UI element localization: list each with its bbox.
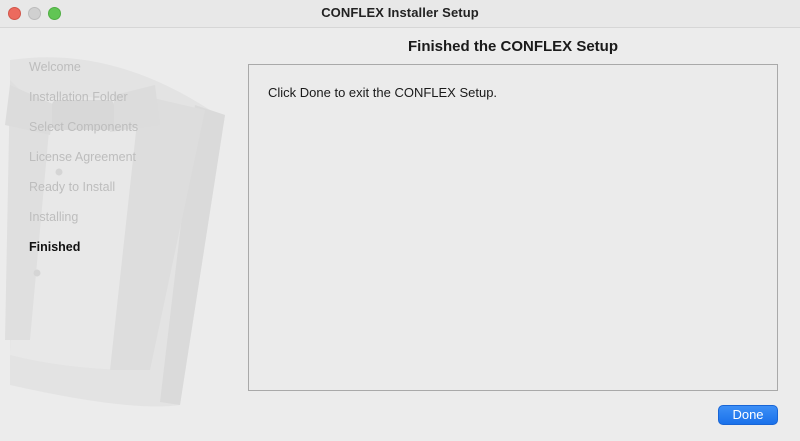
step-installing: Installing [29, 210, 79, 224]
title-bar[interactable]: CONFLEX Installer Setup [0, 0, 800, 28]
step-installation-folder: Installation Folder [29, 90, 128, 104]
window-title: CONFLEX Installer Setup [321, 5, 479, 20]
done-button[interactable]: Done [718, 405, 778, 425]
step-ready-to-install: Ready to Install [29, 180, 116, 194]
finish-message: Click Done to exit the CONFLEX Setup. [268, 85, 498, 100]
install-steps-list: Welcome Installation Folder Select Compo… [29, 59, 138, 269]
page-title: Finished the CONFLEX Setup [407, 38, 618, 55]
step-finished: Finished [29, 240, 81, 254]
content-panel: Click Done to exit the CONFLEX Setup. [248, 64, 778, 391]
step-select-components: Select Components [29, 120, 139, 134]
step-welcome: Welcome [29, 60, 81, 74]
installer-window: CONFLEX Installer Setup Welcome Installa… [0, 0, 800, 441]
step-license-agreement: License Agreement [29, 150, 137, 164]
